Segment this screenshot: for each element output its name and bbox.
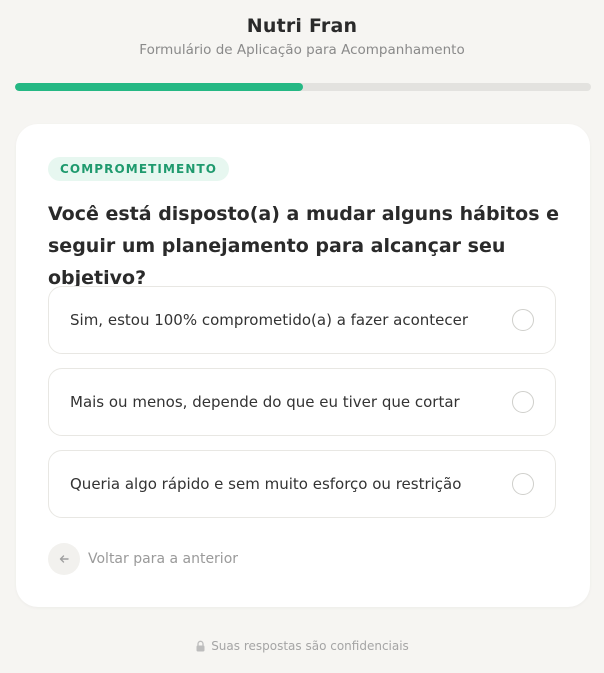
radio-circle-icon[interactable]	[512, 309, 534, 331]
option-1[interactable]: Sim, estou 100% comprometido(a) a fazer …	[48, 286, 556, 354]
form-subtitle: Formulário de Aplicação para Acompanhame…	[139, 42, 465, 58]
radio-circle-icon[interactable]	[512, 391, 534, 413]
category-badge: COMPROMETIMENTO	[48, 157, 230, 181]
confidentiality-note: Suas respostas são confidenciais	[0, 639, 604, 653]
option-label: Mais ou menos, depende do que eu tiver q…	[70, 393, 460, 411]
header: Nutri Fran Formulário de Aplicação para …	[0, 0, 604, 59]
option-2[interactable]: Mais ou menos, depende do que eu tiver q…	[48, 368, 556, 436]
progress-bar	[15, 83, 591, 91]
footer-text: Suas respostas são confidenciais	[211, 639, 409, 653]
back-button[interactable]: Voltar para a anterior	[48, 543, 238, 575]
option-label: Queria algo rápido e sem muito esforço o…	[70, 475, 462, 493]
question-text: Você está disposto(a) a mudar alguns háb…	[48, 203, 560, 289]
progress-fill	[15, 83, 303, 91]
lock-icon	[195, 640, 206, 652]
option-3[interactable]: Queria algo rápido e sem muito esforço o…	[48, 450, 556, 518]
option-label: Sim, estou 100% comprometido(a) a fazer …	[70, 311, 469, 329]
radio-circle-icon[interactable]	[512, 473, 534, 495]
back-label: Voltar para a anterior	[88, 551, 239, 567]
arrow-left-icon[interactable]	[48, 543, 80, 575]
question-card: COMPROMETIMENTO Você está disposto(a) a …	[16, 124, 590, 607]
brand-title: Nutri Fran	[246, 15, 358, 37]
